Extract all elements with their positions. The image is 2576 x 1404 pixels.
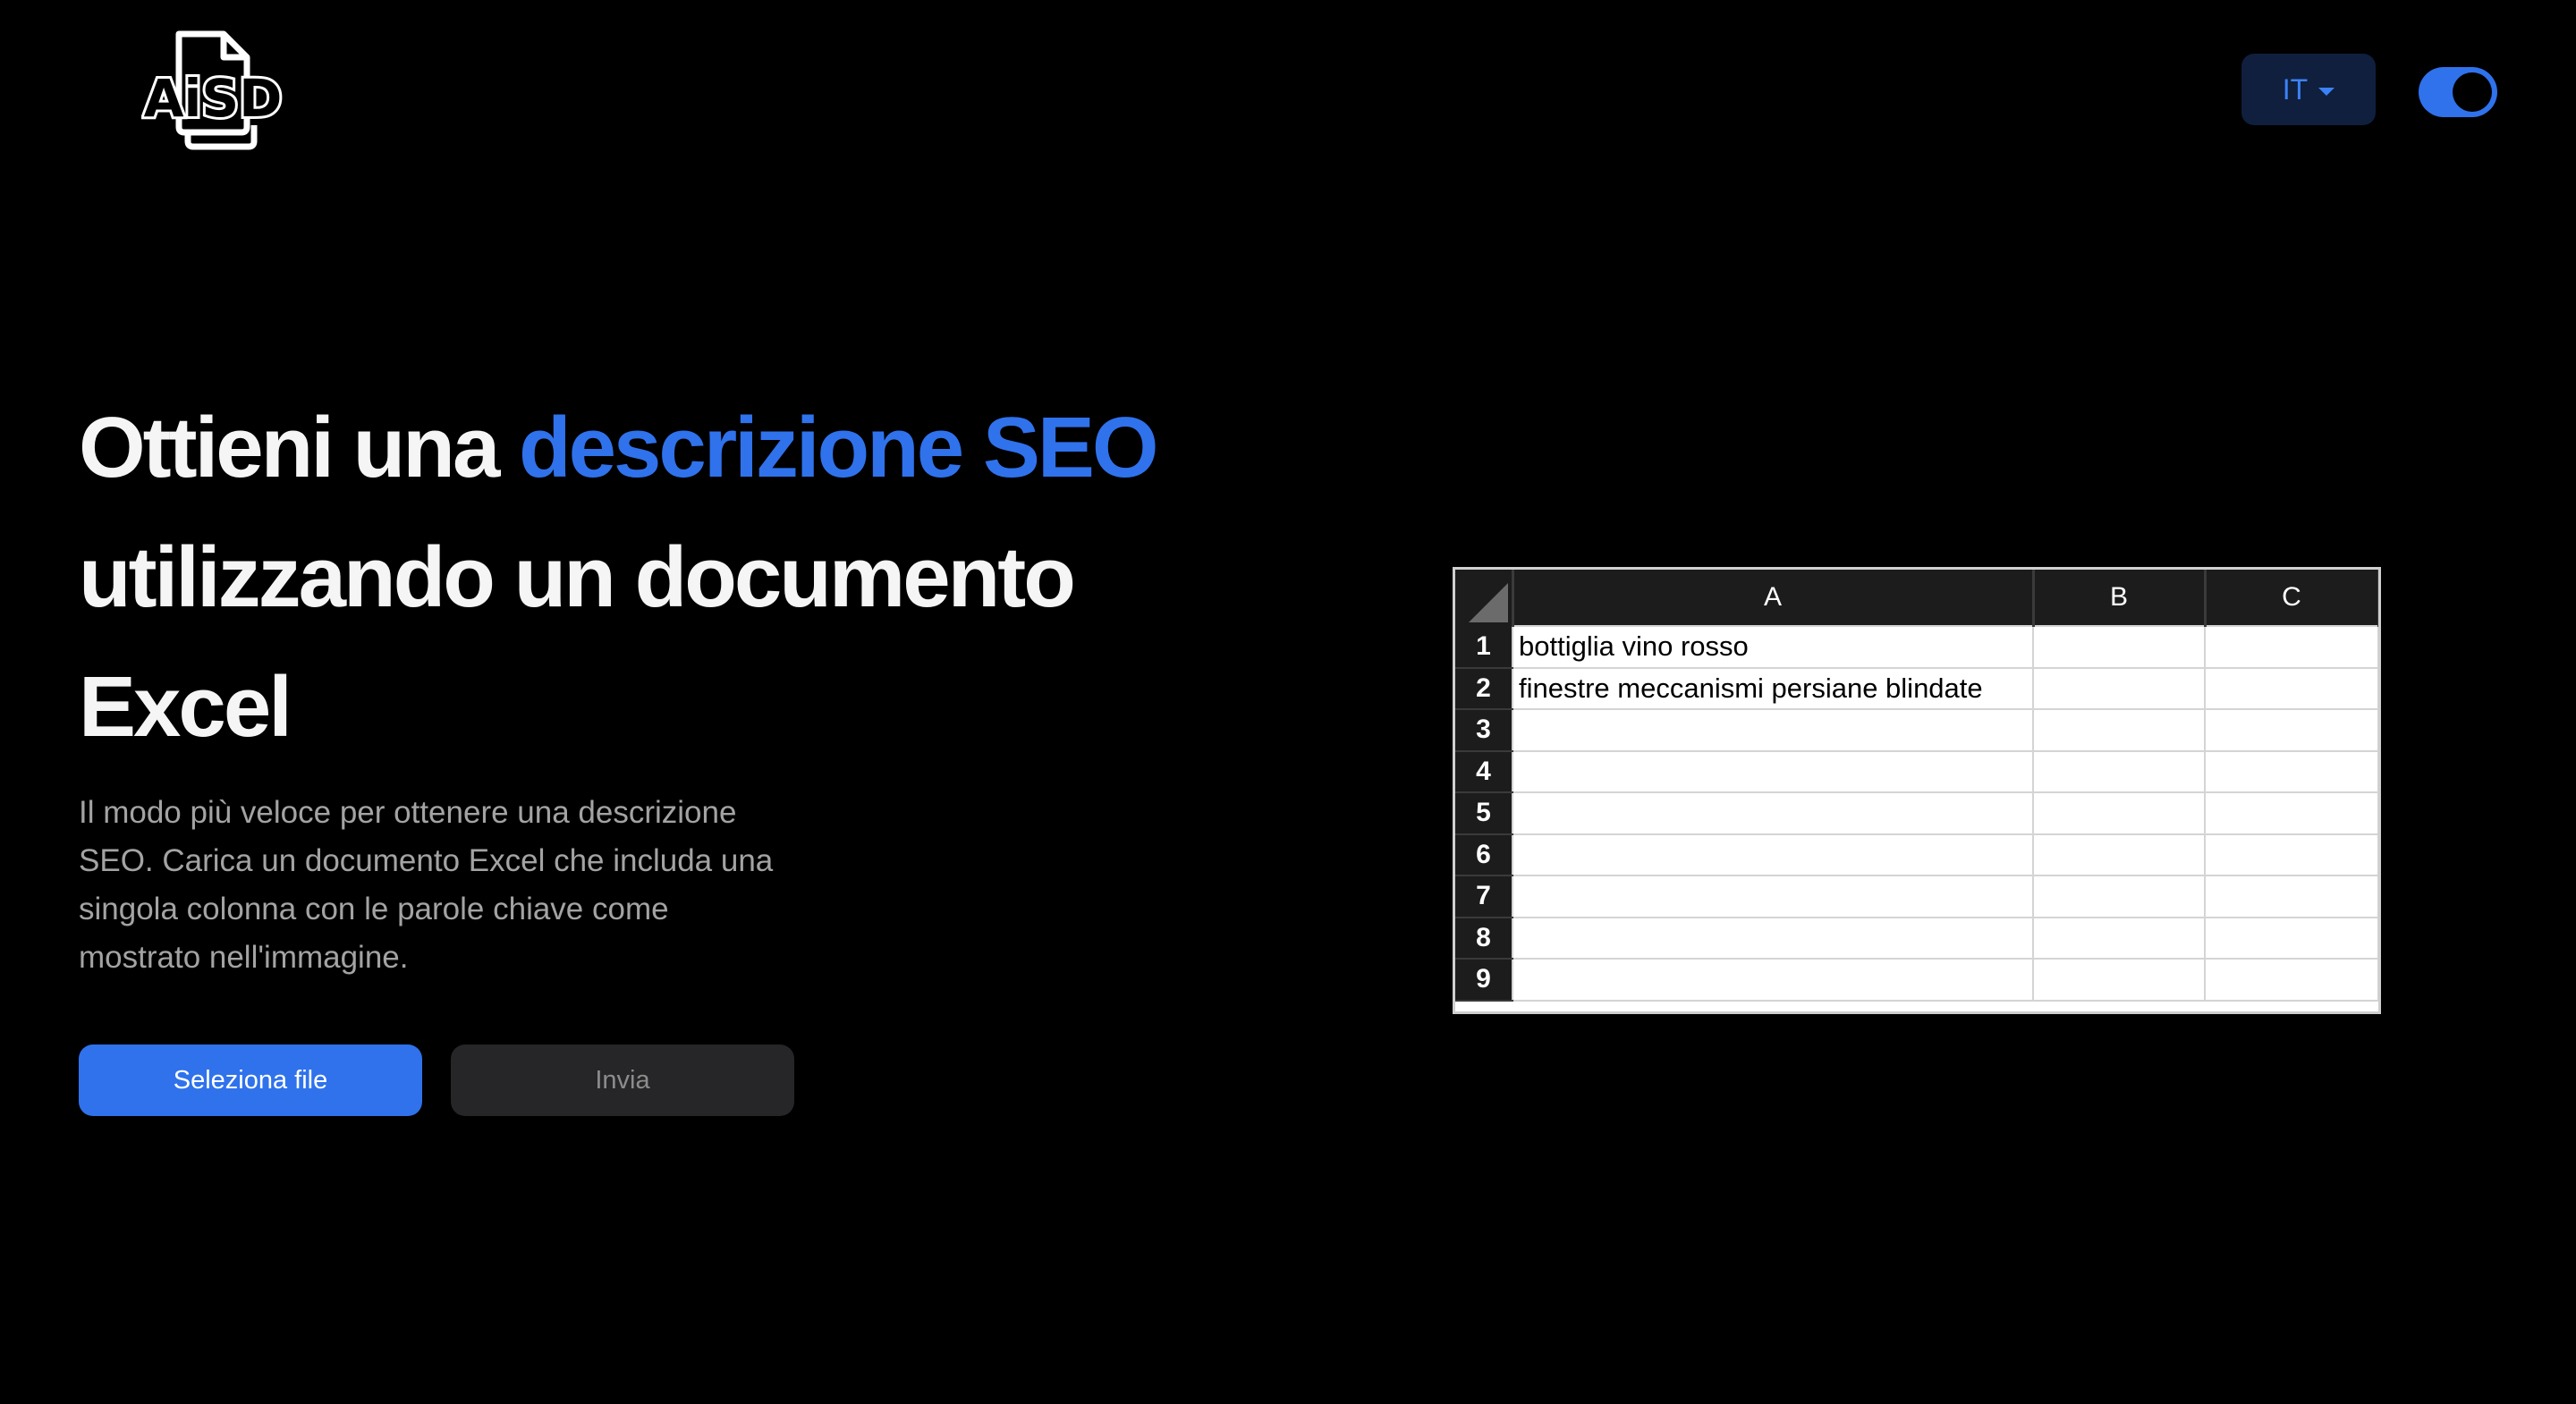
table-row: 6: [1455, 833, 2378, 876]
cell-a5: [1512, 791, 2034, 835]
cell-a2: finestre meccanismi persiane blindate: [1512, 666, 2034, 710]
cell-c3: [2204, 708, 2378, 752]
table-row: 7: [1455, 875, 2378, 918]
cell-a8: [1512, 916, 2034, 960]
spreadsheet-table: A B C 1 bottiglia vino rosso 2 finestre …: [1455, 570, 2378, 1002]
cell-b6: [2032, 833, 2206, 876]
language-select[interactable]: IT: [2241, 54, 2376, 125]
cell-c9: [2204, 958, 2378, 1002]
table-row: 2 finestre meccanismi persiane blindate: [1455, 666, 2378, 710]
cell-b9: [2032, 958, 2206, 1002]
theme-toggle[interactable]: [2419, 67, 2497, 117]
cell-a6: [1512, 833, 2034, 876]
cell-a3: [1512, 708, 2034, 752]
column-header-c: C: [2205, 570, 2378, 626]
hero-title-part1: Ottieni una: [79, 400, 519, 495]
column-header-a: A: [1513, 570, 2035, 626]
cell-b8: [2032, 916, 2206, 960]
cell-a9: [1512, 958, 2034, 1002]
cell-c7: [2204, 875, 2378, 918]
table-row: 3: [1455, 708, 2378, 752]
chevron-down-icon: [2318, 87, 2335, 96]
hero-title-accent: descrizione SEO: [519, 400, 1159, 495]
language-label: IT: [2282, 72, 2309, 106]
row-number: 7: [1455, 875, 1513, 918]
cell-c5: [2204, 791, 2378, 835]
cell-c4: [2204, 749, 2378, 793]
svg-text:AiSD: AiSD: [144, 68, 283, 129]
toggle-knob: [2453, 72, 2492, 112]
cell-b3: [2032, 708, 2206, 752]
row-number: 5: [1455, 792, 1513, 835]
cell-a1: bottiglia vino rosso: [1512, 625, 2034, 669]
column-header-row: A B C: [1455, 570, 2378, 626]
row-number: 6: [1455, 833, 1513, 876]
cell-c2: [2204, 666, 2378, 710]
row-number: 2: [1455, 667, 1513, 710]
row-number: 4: [1455, 750, 1513, 793]
select-file-button[interactable]: Seleziona file: [79, 1045, 422, 1116]
hero-description: Il modo più veloce per ottenere una desc…: [79, 795, 774, 975]
table-row: 4: [1455, 749, 2378, 793]
submit-button[interactable]: Invia: [451, 1045, 794, 1116]
row-number: 8: [1455, 917, 1513, 960]
cell-c8: [2204, 916, 2378, 960]
cell-b5: [2032, 791, 2206, 835]
cell-b1: [2032, 625, 2206, 669]
hero-title: Ottieni una descrizione SEO utilizzando u…: [79, 383, 1277, 772]
cell-c1: [2204, 625, 2378, 669]
row-number: 3: [1455, 709, 1513, 752]
cell-c6: [2204, 833, 2378, 876]
row-number: 9: [1455, 959, 1513, 1002]
select-all-corner: [1455, 570, 1514, 626]
cell-b2: [2032, 666, 2206, 710]
table-row: 5: [1455, 791, 2378, 835]
table-row: 9: [1455, 958, 2378, 1002]
cell-a7: [1512, 875, 2034, 918]
column-header-b: B: [2033, 570, 2207, 626]
table-row: 8: [1455, 916, 2378, 960]
hero-title-part2: utilizzando un documento Excel: [79, 529, 1076, 755]
logo-icon: AiSD: [141, 30, 284, 150]
table-row: 1 bottiglia vino rosso: [1455, 625, 2378, 669]
row-number: 1: [1455, 626, 1513, 669]
excel-example-image: A B C 1 bottiglia vino rosso 2 finestre …: [1453, 567, 2381, 1014]
cell-b4: [2032, 749, 2206, 793]
cell-a4: [1512, 749, 2034, 793]
cell-b7: [2032, 875, 2206, 918]
logo[interactable]: AiSD: [141, 27, 284, 152]
